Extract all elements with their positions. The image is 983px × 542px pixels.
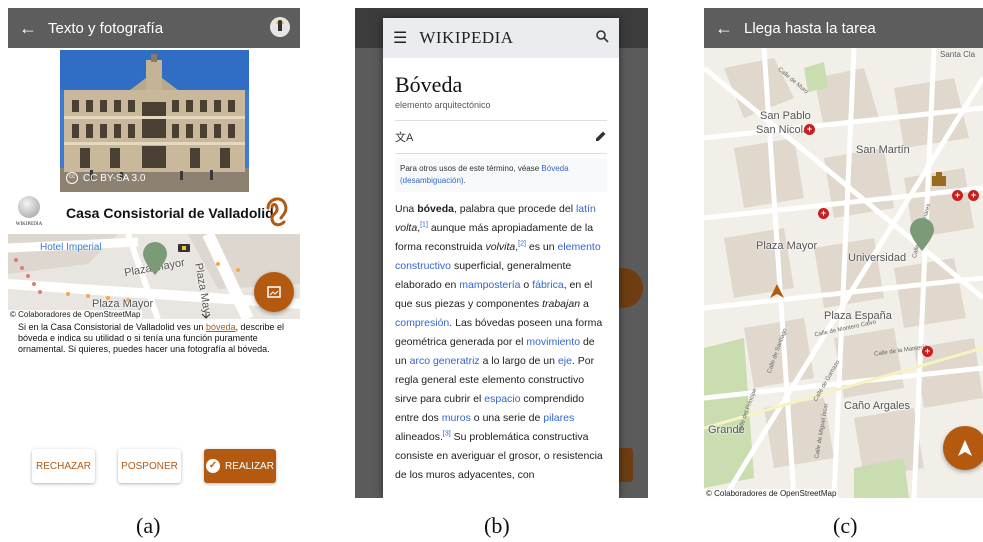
article-text: , palabra que procede del xyxy=(453,203,576,215)
photo-fab-button[interactable] xyxy=(254,272,294,312)
reject-button[interactable]: RECHAZAR xyxy=(32,449,95,483)
map-label-plaza-mayor-south: Plaza Mayor xyxy=(92,298,154,310)
back-arrow-icon[interactable]: ← xyxy=(8,18,48,39)
map-attribution: © Colaboradores de OpenStreetMap xyxy=(8,310,143,319)
map-label-plaza-espana: Plaza España xyxy=(824,310,892,322)
article-text: alineados. xyxy=(395,431,443,443)
article-link[interactable]: fábrica xyxy=(532,279,564,291)
screen-navigate-to-task: San Pablo San Nicolás San Martín Plaza M… xyxy=(704,8,983,498)
boveda-link[interactable]: bóveda xyxy=(206,322,236,332)
back-arrow-icon[interactable]: ← xyxy=(704,18,744,39)
app-bar-title: Llega hasta la tarea xyxy=(744,19,876,37)
building-photo: cc CC BY-SA 3.0 xyxy=(60,50,249,192)
caption-b: (b) xyxy=(484,513,510,538)
article-body: Una bóveda, palabra que procede del latí… xyxy=(383,192,619,493)
map-pin-icon[interactable] xyxy=(142,242,168,276)
map-label-plaza-mayor: Plaza Mayor xyxy=(756,240,818,252)
location-map[interactable]: Hotel Imperial Plaza Mayor Plaza Mayor P… xyxy=(8,234,300,319)
citation-link[interactable]: [2] xyxy=(518,241,526,248)
hatnote: Para otros usos de este término, véase B… xyxy=(395,158,607,192)
article-link[interactable]: arco xyxy=(410,355,430,367)
license-badge: cc CC BY-SA 3.0 xyxy=(66,172,145,184)
ear-icon[interactable] xyxy=(264,196,292,233)
screen-wikipedia-overlay: ☰ WIKIPEDIA Bóveda elemento arquitectóni… xyxy=(355,8,648,498)
navigation-map[interactable]: San Pablo San Nicolás San Martín Plaza M… xyxy=(704,48,983,498)
user-location-arrow-icon xyxy=(770,284,784,298)
hospital-icon: + xyxy=(968,190,979,201)
citation-link[interactable]: [1] xyxy=(420,222,428,229)
article-text: a lo largo de un xyxy=(479,355,558,367)
screen-text-and-photo: ← Texto y fotografía cc CC BY-SA 3.0 WIK… xyxy=(8,8,300,498)
wikipedia-header: ☰ WIKIPEDIA xyxy=(383,18,619,58)
description-text-start: Si en la Casa Consistorial de Valladolid… xyxy=(18,322,206,332)
do-task-button[interactable]: ✓ REALIZAR xyxy=(204,449,276,483)
do-task-label: REALIZAR xyxy=(225,460,274,472)
figure: ← Texto y fotografía cc CC BY-SA 3.0 WIK… xyxy=(0,0,983,542)
hospital-icon: + xyxy=(818,208,829,219)
article-link[interactable]: muros xyxy=(442,412,471,424)
menu-icon[interactable]: ☰ xyxy=(393,28,407,48)
map-label-san-pablo: San Pablo xyxy=(760,110,811,122)
hospital-icon: + xyxy=(922,346,933,357)
citation-link[interactable]: [3] xyxy=(443,431,451,438)
article-italic-text: volta xyxy=(395,222,418,234)
article-toolbar: 文A xyxy=(395,120,607,154)
task-location-pin-icon[interactable] xyxy=(909,218,935,252)
article-link[interactable]: pilares xyxy=(543,412,574,424)
wikipedia-panel: ☰ WIKIPEDIA Bóveda elemento arquitectóni… xyxy=(383,18,619,498)
image-icon xyxy=(267,286,281,298)
wikipedia-logo-icon[interactable]: WIKIPEDIA xyxy=(12,194,46,232)
map-tiles xyxy=(704,48,983,498)
creative-commons-icon: cc xyxy=(66,172,78,184)
hatnote-text: Para otros usos de este término, véase xyxy=(400,164,542,173)
article-text: es un xyxy=(525,241,558,253)
task-description: Si en la Casa Consistorial de Valladolid… xyxy=(18,322,294,355)
article-bold-term: bóveda xyxy=(417,203,454,215)
map-label-cano-argales: Caño Argales xyxy=(844,400,911,412)
app-bar: ← Texto y fotografía xyxy=(8,8,300,48)
app-bar: ← Llega hasta la tarea xyxy=(704,8,983,48)
article-italic-text: volvita xyxy=(485,241,516,253)
article-link[interactable]: generatriz xyxy=(433,355,480,367)
map-attribution: © Colaboradores de OpenStreetMap xyxy=(704,489,839,498)
language-icon[interactable]: 文A xyxy=(395,129,413,145)
hospital-icon: + xyxy=(952,190,963,201)
caption-a: (a) xyxy=(136,513,161,538)
article-text: a xyxy=(580,298,589,310)
article-text: Una xyxy=(395,203,418,215)
place-header: WIKIPEDIA Casa Consistorial de Valladoli… xyxy=(8,194,300,234)
article-link[interactable]: eje xyxy=(558,355,572,367)
app-bar-title: Texto y fotografía xyxy=(48,19,164,37)
map-label-universidad: Universidad xyxy=(848,252,907,264)
check-circle-icon: ✓ xyxy=(206,459,221,473)
wikipedia-wordmark: WIKIPEDIA xyxy=(419,28,514,47)
article-italic-text: trabajan xyxy=(542,298,581,310)
caption-c: (c) xyxy=(833,513,858,538)
edit-pencil-icon[interactable] xyxy=(595,130,607,145)
hatnote-end: . xyxy=(463,176,466,185)
search-icon[interactable] xyxy=(596,30,609,46)
article-text: o una serie de xyxy=(470,412,544,424)
flashlight-icon[interactable] xyxy=(270,17,290,37)
navigation-arrow-icon xyxy=(958,440,972,456)
photo-image xyxy=(60,50,249,192)
hospital-icon: + xyxy=(804,124,815,135)
license-text: CC BY-SA 3.0 xyxy=(83,172,146,184)
map-label-hotel: Hotel Imperial xyxy=(40,242,102,253)
navigate-fab-button[interactable] xyxy=(943,426,983,470)
article-link[interactable]: latín xyxy=(576,203,596,215)
article-text: o xyxy=(520,279,533,291)
article-link[interactable]: compresión xyxy=(395,317,449,329)
article-link[interactable]: mampostería xyxy=(459,279,520,291)
article-title: Bóveda xyxy=(395,72,463,97)
place-name: Casa Consistorial de Valladolid xyxy=(66,205,274,221)
map-label-san-martin: San Martín xyxy=(856,144,910,156)
article-link[interactable]: espacio xyxy=(484,393,520,405)
article-subtitle: elemento arquitectónico xyxy=(395,100,491,110)
article-link[interactable]: movimiento xyxy=(526,336,580,348)
postpone-button[interactable]: POSPONER xyxy=(118,449,181,483)
map-label-santa-cla: Santa Cla xyxy=(940,50,976,59)
wikipedia-logo-text: WIKIPEDIA xyxy=(15,222,43,227)
